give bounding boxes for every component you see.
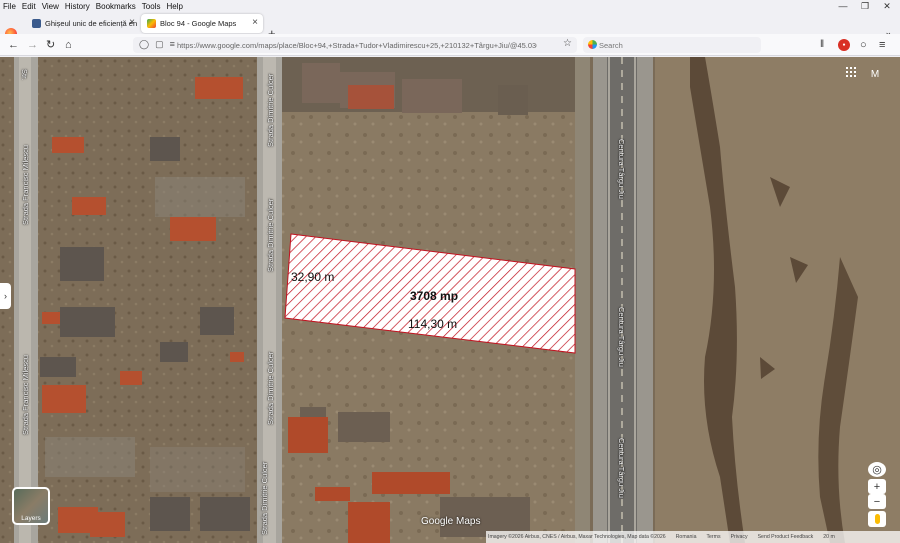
menu-help[interactable]: Help [163, 2, 185, 11]
google-maps-logo: Google Maps [421, 516, 481, 527]
street-view-pegman-icon[interactable] [868, 511, 886, 527]
tab-title: Bloc 94 - Google Maps [160, 19, 237, 28]
tab-strip: Ghișeul unic de eficiență ener… × Bloc 9… [0, 12, 900, 41]
street-label: Str. [20, 69, 29, 81]
parcel-area-label: 3708 mp [410, 289, 459, 303]
tab-google-maps[interactable]: Bloc 94 - Google Maps × [141, 14, 263, 33]
menu-tools[interactable]: Tools [139, 2, 164, 11]
street-label: Strada Dimitrie Culcer [266, 351, 275, 425]
parcel-width-label: 32,90 m [291, 270, 335, 284]
street-label: Strada Dimitrie Culcer [260, 461, 269, 535]
minimize-icon[interactable]: — [832, 0, 854, 12]
shield-icon[interactable]: ◯ [139, 39, 149, 50]
avatar[interactable]: M [866, 65, 884, 83]
account-icon[interactable]: ○ [860, 38, 867, 52]
tab-ghiseul[interactable]: Ghișeul unic de eficiență ener… × [26, 14, 140, 33]
street-label: Centura Târgu Jiu [617, 307, 626, 367]
address-bar[interactable]: ◯ ▢ ≡ https://www.google.com/maps/place/… [133, 37, 577, 53]
restore-icon[interactable]: ❐ [854, 0, 876, 12]
street-label: Strada Dimitrie Culcer [266, 73, 275, 147]
street-label: Centura Târgu Jiu [617, 139, 626, 199]
attribution-bar: Imagery ©2026 Airbus, CNES / Airbus, Max… [486, 531, 900, 543]
map-canvas[interactable]: Strada Francisc Milescu Strada Francisc … [0, 57, 900, 543]
menu-bookmarks[interactable]: Bookmarks [93, 2, 139, 11]
menu-file[interactable]: File [0, 2, 19, 11]
terms-link[interactable]: Terms [706, 534, 720, 540]
menu-edit[interactable]: Edit [19, 2, 39, 11]
close-tab-icon[interactable]: × [129, 17, 135, 28]
lock-icon[interactable]: ▢ [155, 39, 164, 50]
forward-arrow-icon[interactable]: → [27, 38, 38, 52]
street-label: Strada Dimitrie Culcer [266, 198, 275, 272]
extension-icon[interactable]: ● [838, 39, 850, 51]
my-location-icon[interactable]: ◎ [868, 462, 886, 477]
window-controls: — ❐ ✕ [832, 0, 898, 12]
street-label: Centura Târgu Jiu [617, 438, 626, 498]
maps-favicon-icon [147, 19, 156, 28]
region-link[interactable]: Romania [676, 534, 697, 540]
navigation-toolbar: ← → ↻ ⌂ ◯ ▢ ≡ https://www.google.com/map… [0, 34, 900, 56]
tab-title: Ghișeul unic de eficiență ener… [45, 19, 137, 28]
back-arrow-icon[interactable]: ← [8, 38, 19, 52]
close-tab-icon[interactable]: × [252, 17, 258, 28]
imagery-credit: Imagery ©2026 Airbus, CNES / Airbus, Max… [488, 534, 666, 540]
menu-view[interactable]: View [39, 2, 62, 11]
collapse-panel-icon[interactable]: › [0, 283, 11, 309]
close-window-icon[interactable]: ✕ [876, 0, 898, 12]
menu-history[interactable]: History [62, 2, 93, 11]
search-placeholder: Search [599, 41, 623, 50]
hamburger-menu-icon[interactable]: ≡ [879, 38, 885, 52]
layers-button[interactable]: Layers [12, 487, 50, 525]
menu-bar: File Edit View History Bookmarks Tools H… [0, 0, 900, 12]
layers-label: Layers [21, 515, 41, 522]
browser-window: File Edit View History Bookmarks Tools H… [0, 0, 900, 543]
reload-icon[interactable]: ↻ [46, 38, 55, 52]
street-label: Strada Francisc Milescu [21, 144, 30, 225]
parcel-length-label: 114,30 m [408, 317, 458, 331]
zoom-in-button[interactable]: + [868, 479, 886, 494]
search-engine-icon [588, 40, 597, 49]
shield-favicon-icon [32, 19, 41, 28]
permissions-icon[interactable]: ≡ [170, 39, 175, 50]
zoom-out-button[interactable]: − [868, 494, 886, 509]
street-label: Strada Francisc Milescu [21, 354, 30, 435]
google-apps-icon[interactable] [846, 67, 856, 77]
url-text: https://www.google.com/maps/place/Bloc+9… [177, 40, 537, 50]
search-box[interactable]: Search [583, 37, 761, 53]
library-icon[interactable]: ‖ [820, 38, 824, 52]
scale-label: 20 m [823, 534, 835, 540]
feedback-link[interactable]: Send Product Feedback [758, 534, 814, 540]
privacy-link[interactable]: Privacy [731, 534, 748, 540]
bookmark-star-icon[interactable]: ☆ [563, 38, 572, 49]
home-icon[interactable]: ⌂ [65, 38, 72, 52]
